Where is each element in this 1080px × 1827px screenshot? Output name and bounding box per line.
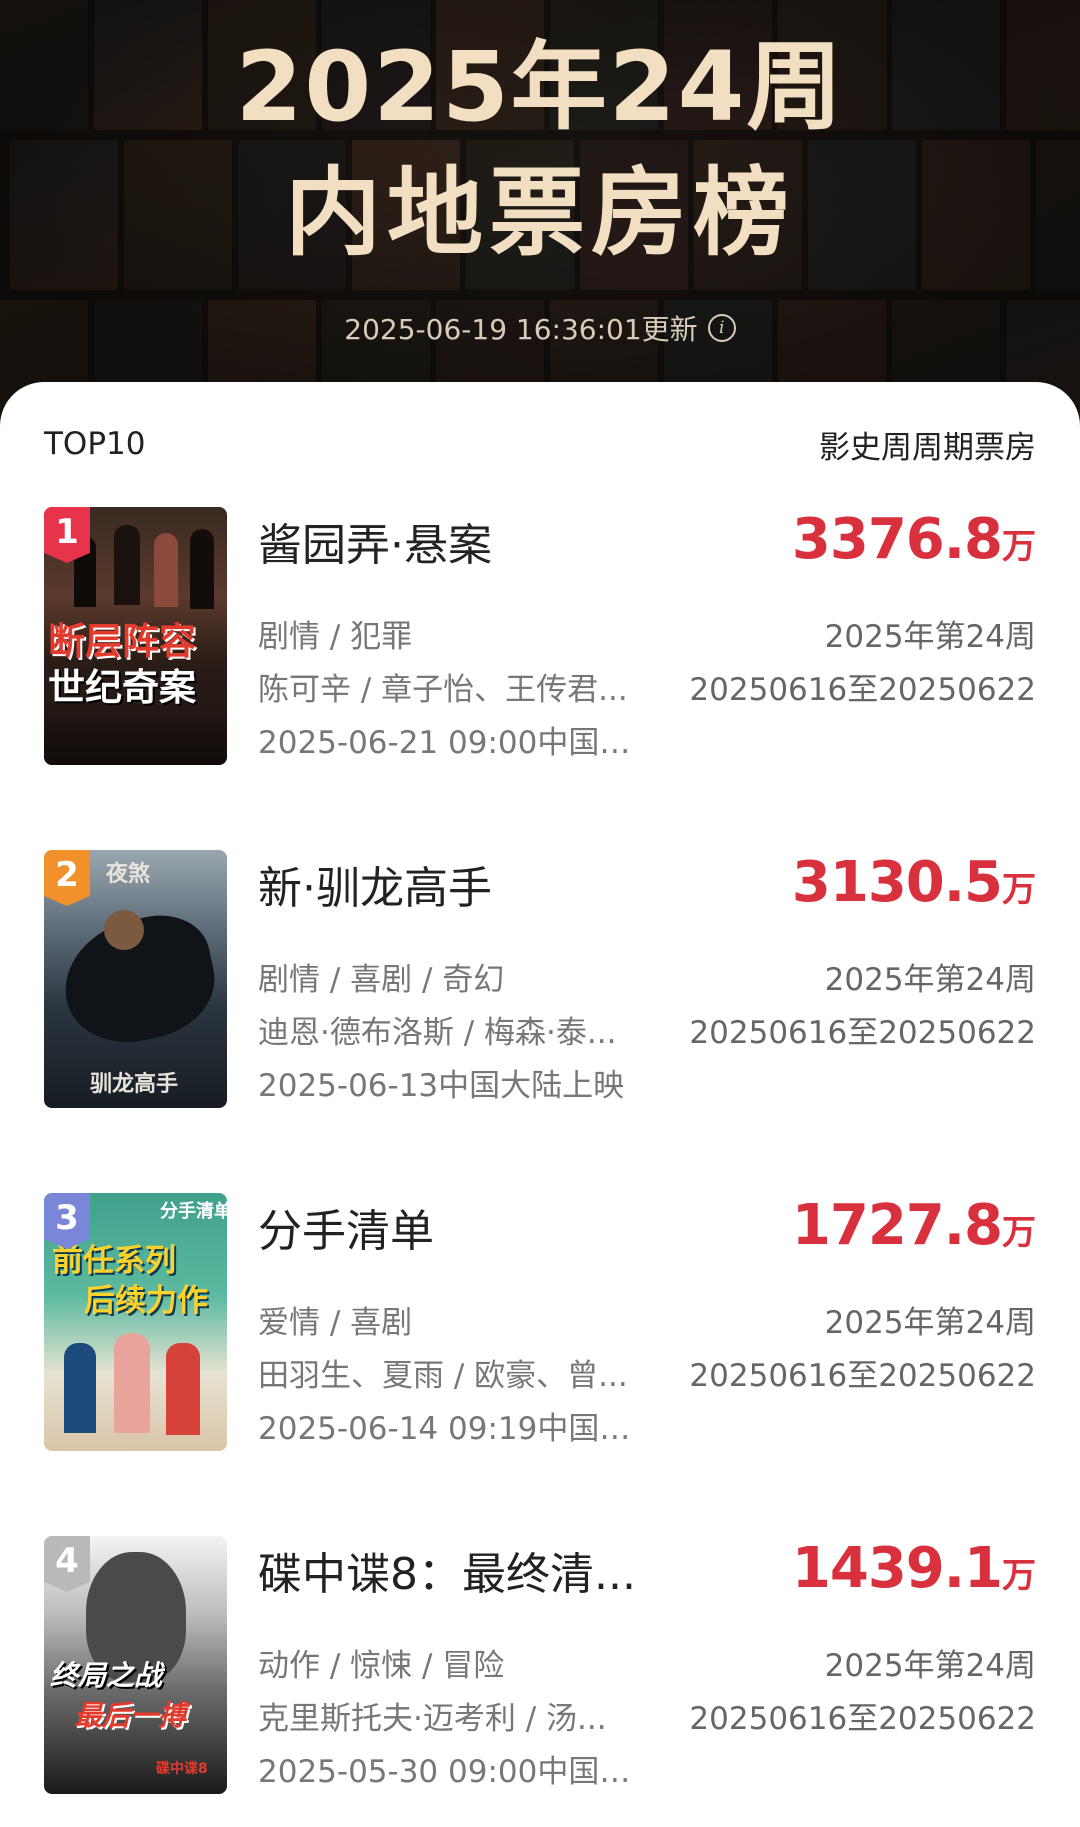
- gross-value: 1727.8: [791, 1193, 1003, 1258]
- update-timestamp: 2025-06-19 16:36:01更新: [344, 313, 698, 346]
- rank-badge: 4: [44, 1536, 90, 1592]
- poster-text: 最后一搏: [74, 1699, 187, 1732]
- movie-poster[interactable]: 夜煞 驯龙高手 2: [44, 850, 227, 1108]
- poster-text: 终局之战: [50, 1659, 163, 1692]
- gross-value: 3376.8: [791, 507, 1003, 572]
- page-title-line1: 2025年24周: [235, 31, 845, 143]
- week-label: 2025年第24周: [824, 619, 1036, 655]
- page-title-line2: 内地票房榜: [285, 157, 795, 269]
- movie-title[interactable]: 酱园弄·悬案: [258, 509, 678, 573]
- rank-badge: 3: [44, 1193, 90, 1249]
- movie-title[interactable]: 碟中谍8：最终清...: [258, 1538, 678, 1602]
- movie-row[interactable]: 终局之战 最后一搏 碟中谍8 4 碟中谍8：最终清... 动作 / 惊悚 / 冒…: [0, 1536, 1080, 1796]
- box-office-gross: 1439.1万: [792, 1536, 1036, 1601]
- movie-release: 2025-06-13中国大陆上映: [258, 1068, 625, 1104]
- info-icon[interactable]: i: [707, 314, 736, 342]
- rank-badge: 2: [44, 850, 90, 906]
- poster-text: 后续力作: [84, 1283, 208, 1319]
- movie-cast: 陈可辛 / 章子怡、王传君...: [258, 672, 628, 708]
- top10-label: TOP10: [44, 426, 146, 462]
- movie-poster[interactable]: 前任系列 后续力作 分手清单 3: [44, 1193, 227, 1451]
- box-office-gross: 3130.5万: [792, 850, 1036, 915]
- movie-poster[interactable]: 断层阵容 世纪奇案 1: [44, 507, 227, 765]
- movie-release: 2025-05-30 09:00中国大...: [258, 1754, 658, 1790]
- movie-genres: 动作 / 惊悚 / 冒险: [258, 1648, 505, 1684]
- gross-unit: 万: [1002, 1556, 1036, 1596]
- movie-genres: 爱情 / 喜剧: [258, 1305, 413, 1341]
- poster-text: 世纪奇案: [48, 666, 196, 709]
- date-range: 20250616至20250622: [689, 672, 1036, 708]
- week-label: 2025年第24周: [824, 962, 1036, 998]
- update-timestamp-row: 2025-06-19 16:36:01更新 i: [0, 308, 1080, 348]
- movie-cast: 克里斯托夫·迈考利 / 汤...: [258, 1701, 607, 1737]
- date-range: 20250616至20250622: [689, 1015, 1036, 1051]
- movie-row[interactable]: 断层阵容 世纪奇案 1 酱园弄·悬案 剧情 / 犯罪 陈可辛 / 章子怡、王传君…: [0, 507, 1080, 767]
- date-range: 20250616至20250622: [689, 1358, 1036, 1394]
- week-label: 2025年第24周: [824, 1648, 1036, 1684]
- rank-badge: 1: [44, 507, 90, 563]
- gross-value: 1439.1: [791, 1536, 1003, 1601]
- movie-cast: 田羽生、夏雨 / 欧豪、曾...: [258, 1358, 628, 1394]
- list-header: TOP10 影史周周期票房: [44, 422, 1036, 466]
- movie-title[interactable]: 分手清单: [258, 1195, 678, 1259]
- movie-row[interactable]: 夜煞 驯龙高手 2 新·驯龙高手 剧情 / 喜剧 / 奇幻 迪恩·德布洛斯 / …: [0, 850, 1080, 1110]
- ranking-card: TOP10 影史周周期票房 断层阵容 世纪奇案 1 酱园弄·悬案 剧情 / 犯罪…: [0, 382, 1080, 1827]
- gross-unit: 万: [1002, 527, 1036, 567]
- poster-text: 夜煞: [106, 861, 151, 887]
- gross-unit: 万: [1002, 1213, 1036, 1253]
- movie-row[interactable]: 前任系列 后续力作 分手清单 3 分手清单 爱情 / 喜剧 田羽生、夏雨 / 欧…: [0, 1193, 1080, 1453]
- movie-release: 2025-06-21 09:00中国大...: [258, 725, 658, 761]
- box-office-gross: 1727.8万: [792, 1193, 1036, 1258]
- movie-genres: 剧情 / 犯罪: [258, 619, 413, 655]
- movie-cast: 迪恩·德布洛斯 / 梅森·泰...: [258, 1015, 617, 1051]
- gross-unit: 万: [1002, 870, 1036, 910]
- header-banner: 2025年24周 内地票房榜 2025-06-19 16:36:01更新 i: [0, 0, 1080, 420]
- gross-value: 3130.5: [791, 850, 1003, 915]
- poster-text: 碟中谍8: [156, 1761, 208, 1777]
- date-range: 20250616至20250622: [689, 1701, 1036, 1737]
- movie-title[interactable]: 新·驯龙高手: [258, 852, 678, 916]
- movie-release: 2025-06-14 09:19中国大...: [258, 1411, 658, 1447]
- movie-genres: 剧情 / 喜剧 / 奇幻: [258, 962, 505, 998]
- week-label: 2025年第24周: [824, 1305, 1036, 1341]
- poster-text: 分手清单: [160, 1201, 227, 1222]
- movie-poster[interactable]: 终局之战 最后一搏 碟中谍8 4: [44, 1536, 227, 1794]
- poster-text: 驯龙高手: [90, 1071, 179, 1097]
- box-office-gross: 3376.8万: [792, 507, 1036, 572]
- list-metric-label: 影史周周期票房: [819, 429, 1036, 466]
